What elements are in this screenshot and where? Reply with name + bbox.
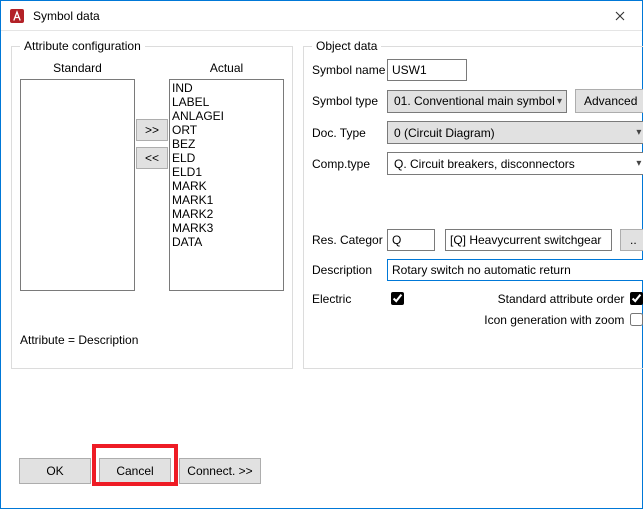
res-categor-input[interactable]: [387, 229, 435, 251]
list-item[interactable]: ELD: [172, 151, 281, 165]
attribute-status: Attribute = Description: [20, 333, 284, 347]
connect-button[interactable]: Connect. >>: [179, 458, 261, 484]
list-item[interactable]: LABEL: [172, 95, 281, 109]
list-item[interactable]: MARK: [172, 179, 281, 193]
app-icon: [9, 8, 25, 24]
comp-type-value: Q. Circuit breakers, disconnectors: [394, 157, 575, 171]
symbol-name-label: Symbol name: [312, 63, 387, 77]
attribute-configuration-group: Attribute configuration Standard >> << A…: [11, 39, 293, 369]
list-item[interactable]: IND: [172, 81, 281, 95]
window-title: Symbol data: [33, 9, 597, 23]
symbol-name-input[interactable]: [387, 59, 467, 81]
comp-type-label: Comp.type: [312, 157, 387, 171]
electric-label: Electric: [312, 292, 387, 306]
list-item[interactable]: ANLAGEI: [172, 109, 281, 123]
ok-button[interactable]: OK: [19, 458, 91, 484]
list-item[interactable]: MARK3: [172, 221, 281, 235]
standard-listbox[interactable]: [20, 79, 135, 291]
titlebar: Symbol data: [1, 1, 642, 31]
object-data-group: Object data Symbol name Symbol type 01. …: [303, 39, 643, 369]
object-data-legend: Object data: [312, 39, 381, 53]
list-item[interactable]: BEZ: [172, 137, 281, 151]
close-icon: [615, 11, 625, 21]
electric-checkbox[interactable]: [391, 292, 404, 305]
doc-type-combo[interactable]: 0 (Circuit Diagram) ▾: [387, 121, 643, 144]
list-item[interactable]: MARK1: [172, 193, 281, 207]
symbol-type-value: 01. Conventional main symbol: [394, 94, 555, 108]
actual-header: Actual: [210, 61, 243, 75]
actual-listbox[interactable]: INDLABELANLAGEIORTBEZELDELD1MARKMARK1MAR…: [169, 79, 284, 291]
chevron-down-icon: ▾: [636, 127, 641, 138]
comp-type-combo[interactable]: Q. Circuit breakers, disconnectors ▾: [387, 152, 643, 175]
symbol-type-combo[interactable]: 01. Conventional main symbol ▾: [387, 90, 567, 113]
window-close-button[interactable]: [597, 1, 642, 31]
res-categor-desc[interactable]: [445, 229, 612, 251]
chevron-down-icon: ▾: [557, 96, 562, 107]
icon-zoom-checkbox[interactable]: [630, 313, 643, 326]
std-attr-order-checkbox[interactable]: [630, 292, 643, 305]
list-item[interactable]: DATA: [172, 235, 281, 249]
res-categor-browse-button[interactable]: ..: [620, 229, 643, 251]
move-left-button[interactable]: <<: [136, 147, 168, 169]
res-categor-label: Res. Categor: [312, 233, 387, 247]
list-item[interactable]: ORT: [172, 123, 281, 137]
move-right-button[interactable]: >>: [136, 119, 168, 141]
standard-header: Standard: [53, 61, 102, 75]
doc-type-value: 0 (Circuit Diagram): [394, 126, 495, 140]
description-input[interactable]: [387, 259, 643, 281]
attribute-configuration-legend: Attribute configuration: [20, 39, 145, 53]
std-attr-order-label: Standard attribute order: [407, 292, 624, 306]
icon-zoom-label: Icon generation with zoom: [484, 313, 624, 327]
symbol-type-label: Symbol type: [312, 94, 387, 108]
description-label: Description: [312, 263, 387, 277]
doc-type-label: Doc. Type: [312, 126, 387, 140]
cancel-button[interactable]: Cancel: [99, 458, 171, 484]
list-item[interactable]: ELD1: [172, 165, 281, 179]
advanced-button[interactable]: Advanced: [575, 89, 643, 113]
chevron-down-icon: ▾: [636, 158, 641, 169]
list-item[interactable]: MARK2: [172, 207, 281, 221]
